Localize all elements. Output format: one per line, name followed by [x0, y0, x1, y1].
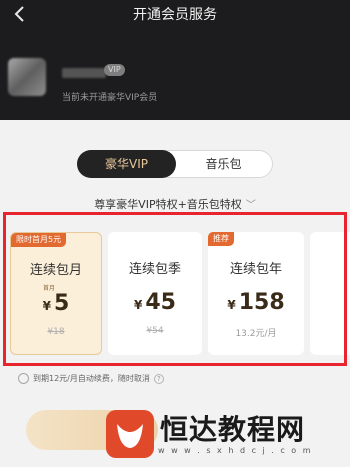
watermark-logo	[106, 410, 154, 458]
tab-luxury-vip[interactable]: 豪华VIP	[77, 150, 176, 178]
radio-button[interactable]	[18, 373, 29, 384]
vip-badge: VIP	[104, 64, 125, 76]
watermark-text: 恒达教程网	[160, 413, 306, 446]
membership-status: 当前未开通豪华VIP会员	[62, 93, 158, 103]
highlight-frame	[3, 212, 347, 366]
watermark-url: w w w . s x h d c j . c o m	[158, 446, 313, 455]
content: 豪华VIP 音乐包 尊享豪华VIP特权+音乐包特权 ﹀ 限时首月5元 连续包月 首…	[0, 120, 350, 467]
header: 开通会员服务 VIP 当前未开通豪华VIP会员	[0, 0, 350, 120]
question-icon[interactable]: ?	[153, 373, 164, 384]
username-blurred	[62, 68, 106, 78]
page-title: 开通会员服务	[133, 7, 217, 23]
tab-music-pack[interactable]: 音乐包	[174, 150, 273, 178]
membership-tabs: 豪华VIP 音乐包	[77, 150, 273, 178]
benefits-link[interactable]: 尊享豪华VIP特权+音乐包特权 ﹀	[0, 196, 350, 212]
auto-renew-text: 到期12元/月自动续费，随时取消	[33, 374, 150, 383]
chevron-down-icon: ﹀	[245, 200, 256, 211]
benefits-text: 尊享豪华VIP特权+音乐包特权	[94, 198, 242, 211]
auto-renew-option[interactable]: 到期12元/月自动续费，随时取消?	[18, 373, 164, 384]
avatar	[8, 58, 46, 96]
